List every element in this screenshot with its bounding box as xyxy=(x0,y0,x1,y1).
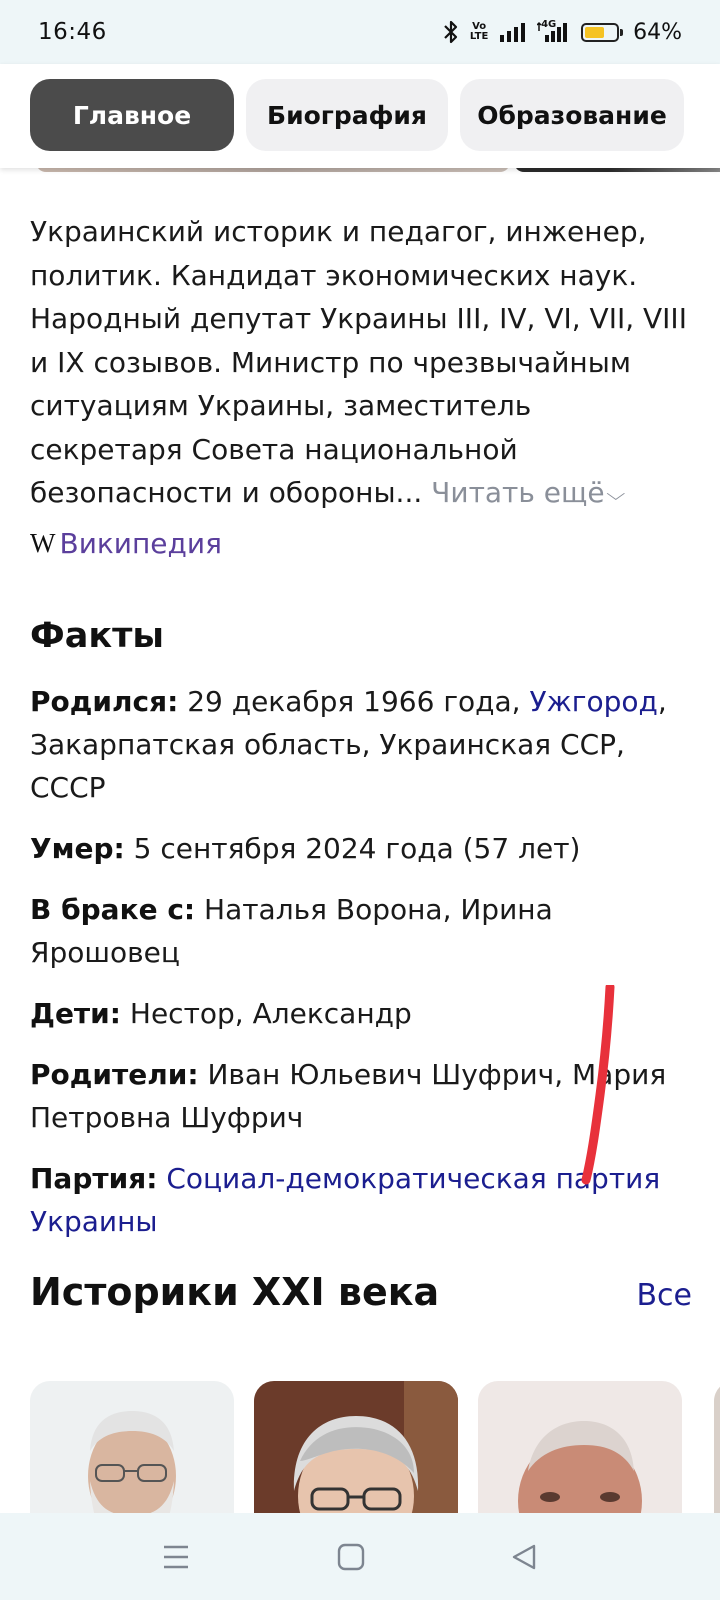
fact-item: Партия: Социал-демократическая партия Ук… xyxy=(30,1157,690,1243)
battery-outline xyxy=(581,22,624,42)
status-icons: Vo LTE 4G 64% xyxy=(443,19,682,45)
tab-list: Главное Биография Образование xyxy=(30,79,684,151)
tabs-header: Главное Биография Образование xyxy=(0,64,720,168)
fact-value: Нестор, Александр xyxy=(129,996,412,1030)
fact-label: Партия: xyxy=(30,1161,158,1195)
read-more-label: Читать ещё xyxy=(431,476,605,509)
battery-icon xyxy=(581,22,624,42)
battery-percent: 64% xyxy=(633,19,682,45)
volte-label: Vo LTE xyxy=(469,21,489,42)
tab-education[interactable]: Образование xyxy=(460,79,684,151)
home-icon[interactable] xyxy=(337,1543,365,1571)
fact-label: Родился: xyxy=(30,684,179,718)
status-bar: 16:46 Vo LTE 4G 64% xyxy=(0,0,720,64)
bluetooth-icon xyxy=(443,20,459,44)
volte-icon: Vo LTE xyxy=(469,22,489,42)
related-section-header: Историки XXI века Все xyxy=(30,1270,692,1314)
fact-label: Умер: xyxy=(30,831,125,865)
facts-title: Факты xyxy=(30,615,165,656)
fact-label: В браке с: xyxy=(30,892,196,926)
wikipedia-label: Википедия xyxy=(59,526,222,560)
system-nav-bar xyxy=(0,1513,720,1600)
fact-item: В браке с: Наталья Ворона, Ирина Ярошове… xyxy=(30,888,690,974)
battery-fill xyxy=(585,26,605,38)
fact-item: Дети: Нестор, Александр xyxy=(30,992,690,1035)
tab-biography[interactable]: Биография xyxy=(246,79,448,151)
menu-icon[interactable] xyxy=(162,1544,190,1570)
signal-icon xyxy=(499,21,527,43)
read-more-link[interactable]: Читать ещё⌵ xyxy=(431,476,625,509)
summary-body: Украинский историк и педагог, инженер, п… xyxy=(30,215,687,509)
tab-main[interactable]: Главное xyxy=(30,79,234,151)
network-type-label: 4G xyxy=(541,19,557,30)
related-title: Историки XXI века xyxy=(30,1270,440,1314)
wikipedia-source-link[interactable]: W Википедия xyxy=(30,527,690,560)
fact-label: Дети: xyxy=(30,996,121,1030)
chevron-down-icon: ⌵ xyxy=(605,484,625,505)
wikipedia-icon: W xyxy=(30,527,56,558)
main-content: Украинский историк и педагог, инженер, п… xyxy=(30,210,690,1261)
fact-value: 5 сентября 2024 года (57 лет) xyxy=(133,831,581,865)
fact-item: Умер: 5 сентября 2024 года (57 лет) xyxy=(30,827,690,870)
summary-text: Украинский историк и педагог, инженер, п… xyxy=(30,210,690,517)
status-time: 16:46 xyxy=(38,19,107,45)
fact-item: Родители: Иван Юльевич Шуфрич, Мария Пет… xyxy=(30,1053,690,1139)
fact-item: Родился: 29 декабря 1966 года, Ужгород, … xyxy=(30,680,690,809)
see-all-link[interactable]: Все xyxy=(636,1278,692,1313)
4g-signal-icon: 4G xyxy=(537,19,571,43)
fact-value: 29 декабря 1966 года, xyxy=(187,684,521,718)
fact-link[interactable]: Ужгород xyxy=(529,685,657,718)
fact-label: Родители: xyxy=(30,1057,199,1091)
back-icon[interactable] xyxy=(510,1543,538,1571)
facts-list: Родился: 29 декабря 1966 года, Ужгород, … xyxy=(30,680,690,1243)
